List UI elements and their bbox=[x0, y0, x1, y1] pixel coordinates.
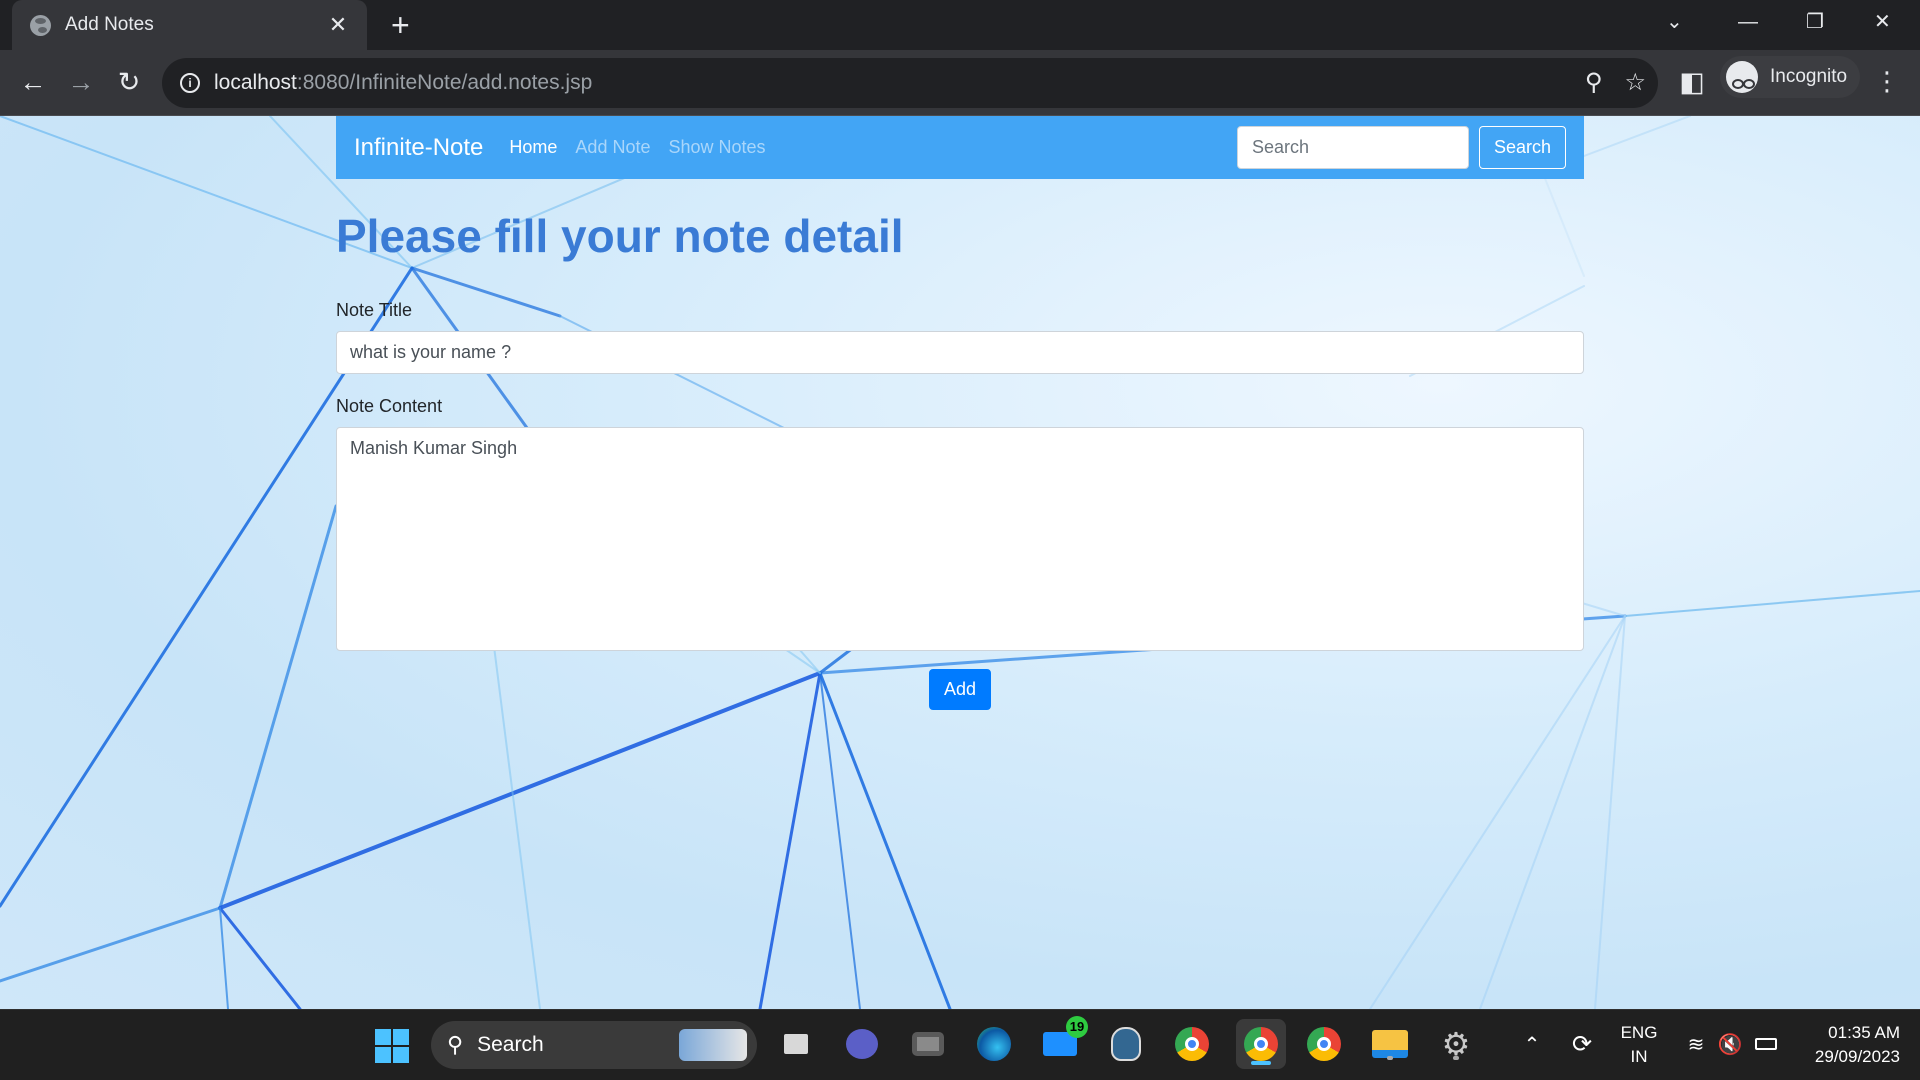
battery-icon[interactable] bbox=[1746, 1024, 1786, 1064]
navbar-search-form: Search bbox=[1236, 126, 1566, 169]
settings-icon[interactable]: ⚙ bbox=[1436, 1024, 1476, 1064]
note-title-label: Note Title bbox=[336, 300, 413, 320]
nav-link-home[interactable]: Home bbox=[509, 137, 557, 158]
page-title: Please fill your note detail bbox=[336, 210, 904, 262]
navbar-brand[interactable]: Infinite-Note bbox=[354, 134, 483, 162]
new-tab-button[interactable]: + bbox=[391, 9, 410, 41]
windows-taskbar: ⚲ Search 19 ⚙ ⌃ ⟳ ENG IN ≋ 🔇 01:35 AM 29… bbox=[0, 1009, 1920, 1080]
tab-search-icon[interactable]: ⌄ bbox=[1666, 10, 1683, 34]
restore-button[interactable]: ❐ bbox=[1806, 10, 1824, 34]
taskbar-search[interactable]: ⚲ Search bbox=[431, 1021, 757, 1069]
note-content-label: Note Content bbox=[336, 396, 443, 416]
minimize-button[interactable]: — bbox=[1738, 10, 1758, 34]
chrome-alt-icon[interactable] bbox=[1304, 1024, 1344, 1064]
browser-toolbar: ← → ↻ i localhost:8080/InfiniteNote/add.… bbox=[0, 50, 1920, 116]
page-container: Infinite-Note Home Add Note Show Notes S… bbox=[336, 116, 1584, 710]
submit-wrapper: Add bbox=[336, 669, 1584, 710]
mail-icon[interactable]: 19 bbox=[1040, 1016, 1088, 1064]
site-info-icon[interactable]: i bbox=[180, 73, 200, 93]
search-icon: ⚲ bbox=[447, 1032, 464, 1057]
navbar-search-button[interactable]: Search bbox=[1478, 126, 1566, 169]
tab-title: Add Notes bbox=[65, 14, 154, 35]
nav-link-add-note[interactable]: Add Note bbox=[575, 137, 650, 158]
reload-icon[interactable]: ↻ bbox=[113, 67, 145, 97]
page-viewport: Infinite-Note Home Add Note Show Notes S… bbox=[0, 116, 1920, 1009]
browser-titlebar: Add Notes ✕ + ⌄ — ❐ ✕ bbox=[0, 0, 1920, 50]
browser-tab[interactable]: Add Notes ✕ bbox=[12, 0, 367, 50]
mute-speaker-icon[interactable]: 🔇 bbox=[1710, 1024, 1750, 1064]
note-title-input[interactable]: what is your name ? bbox=[336, 331, 1584, 374]
system-clock[interactable]: 01:35 AM 29/09/2023 bbox=[1796, 1021, 1900, 1069]
globe-icon bbox=[30, 14, 51, 36]
back-icon[interactable]: ← bbox=[17, 67, 49, 97]
camera-icon[interactable] bbox=[908, 1024, 948, 1064]
top-navbar: Infinite-Note Home Add Note Show Notes S… bbox=[336, 116, 1584, 179]
note-content-textarea[interactable]: Manish Kumar Singh bbox=[336, 427, 1584, 651]
start-icon[interactable] bbox=[375, 1029, 409, 1063]
incognito-icon bbox=[1726, 61, 1758, 93]
side-panel-icon[interactable]: ◧ bbox=[1676, 67, 1708, 97]
task-view-icon[interactable] bbox=[776, 1024, 816, 1064]
browser-menu-icon[interactable]: ⋮ bbox=[1874, 66, 1900, 96]
address-bar[interactable]: i localhost:8080/InfiniteNote/add.notes.… bbox=[162, 58, 1658, 108]
postgres-icon[interactable] bbox=[1106, 1024, 1146, 1064]
zoom-icon[interactable]: ⚲ bbox=[1585, 68, 1603, 98]
chrome-profile-icon[interactable] bbox=[1236, 1019, 1286, 1069]
sync-icon[interactable]: ⟳ bbox=[1562, 1024, 1602, 1064]
mail-badge: 19 bbox=[1066, 1016, 1088, 1038]
show-hidden-icons-chevron-icon[interactable]: ⌃ bbox=[1512, 1024, 1552, 1064]
forward-icon[interactable]: → bbox=[65, 67, 97, 97]
nav-link-show-notes[interactable]: Show Notes bbox=[668, 137, 765, 158]
taskbar-search-label: Search bbox=[477, 1033, 544, 1056]
url-text[interactable]: localhost:8080/InfiniteNote/add.notes.js… bbox=[214, 71, 592, 95]
incognito-label: Incognito bbox=[1770, 66, 1848, 87]
add-button[interactable]: Add bbox=[928, 669, 992, 710]
edge-icon[interactable] bbox=[974, 1024, 1014, 1064]
search-highlight-image bbox=[679, 1029, 747, 1061]
window-close-button[interactable]: ✕ bbox=[1874, 10, 1891, 34]
tab-close-icon[interactable]: ✕ bbox=[327, 12, 349, 38]
chrome-icon[interactable] bbox=[1172, 1024, 1212, 1064]
incognito-profile[interactable]: Incognito bbox=[1720, 56, 1860, 98]
navbar-search-input[interactable] bbox=[1236, 126, 1469, 169]
bookmark-star-icon[interactable]: ☆ bbox=[1624, 68, 1646, 98]
file-explorer-icon[interactable] bbox=[1370, 1024, 1410, 1064]
language-indicator[interactable]: ENG IN bbox=[1618, 1021, 1660, 1069]
teams-icon[interactable] bbox=[842, 1024, 882, 1064]
